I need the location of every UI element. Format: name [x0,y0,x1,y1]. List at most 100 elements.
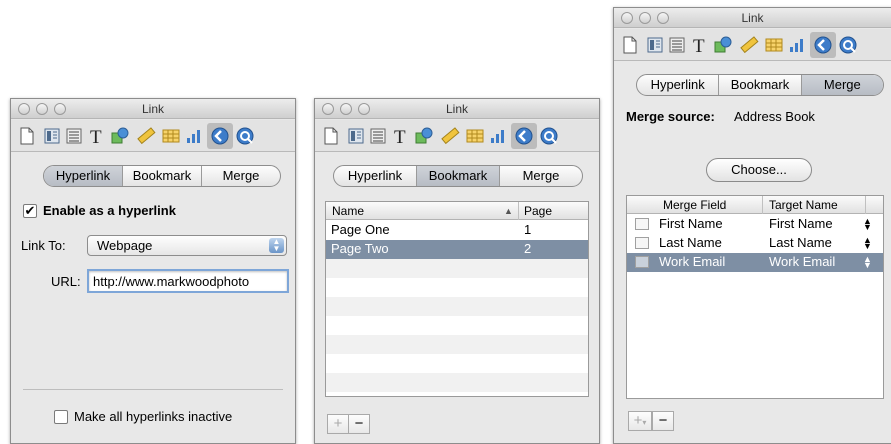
target-name[interactable]: Work Email [769,254,835,269]
document-icon[interactable] [17,126,37,146]
bookmark-name: Page One [331,222,390,237]
merge-source-value: Address Book [734,109,815,124]
popup-arrows-icon: ▲ ▼ [269,238,284,253]
divider [23,389,283,390]
link-icon[interactable] [207,123,233,149]
target-stepper-icon[interactable]: ▲ ▼ [863,255,872,270]
window-title: Link [445,102,468,116]
empty-row [326,278,588,297]
wrap-icon[interactable] [368,126,388,146]
document-icon[interactable] [620,35,640,55]
link-tabs: Hyperlink Bookmark Merge [43,165,281,187]
field-icon [635,218,649,230]
add-merge-field-button[interactable]: +▾ [628,411,652,431]
inactive-hyperlinks-checkbox[interactable] [54,410,68,424]
merge-source-label: Merge source: [626,109,715,124]
link-icon[interactable] [511,123,537,149]
column-separator [762,196,763,214]
wrap-icon[interactable] [667,35,687,55]
quicktime-icon[interactable] [838,35,858,55]
sort-ascending-icon: ▲ [504,206,513,216]
empty-row [326,316,588,335]
column-header-name[interactable]: Name [332,204,364,218]
wrap-icon[interactable] [64,126,84,146]
column-separator [518,202,519,220]
text-icon[interactable]: T [690,35,710,57]
empty-row [326,259,588,278]
column-separator [865,196,866,214]
link-to-popup[interactable]: Webpage ▲ ▼ [87,235,287,256]
url-field[interactable] [87,269,289,293]
empty-row [326,297,588,316]
target-stepper-icon[interactable]: ▲ ▼ [863,217,872,232]
shape-icon[interactable] [110,126,130,146]
tab-bookmark[interactable]: Bookmark [719,75,802,95]
enable-hyperlink-checkbox[interactable]: ✔ [23,204,37,218]
title-bar[interactable]: Link [614,8,891,28]
merge-fields-table: Merge Field Target Name First Name First… [626,195,884,399]
table-row[interactable]: Page Two 2 [326,240,588,259]
remove-merge-field-button[interactable]: − [652,411,674,431]
column-header-merge-field[interactable]: Merge Field [663,198,726,212]
table-icon[interactable] [161,126,181,146]
inspector-toolbar: T [315,120,599,152]
tab-bookmark[interactable]: Bookmark [417,166,500,186]
quicktime-icon[interactable] [539,126,559,146]
table-row[interactable]: First Name First Name ▲ ▼ [627,215,883,234]
svg-text:T: T [90,127,102,146]
target-name[interactable]: First Name [769,216,833,231]
chart-icon[interactable] [184,126,204,146]
document-icon[interactable] [321,126,341,146]
column-header-page[interactable]: Page [524,204,552,218]
ruler-icon[interactable] [739,35,759,55]
quicktime-icon[interactable] [235,126,255,146]
title-bar[interactable]: Link [315,99,599,119]
tab-hyperlink[interactable]: Hyperlink [637,75,720,95]
tab-hyperlink[interactable]: Hyperlink [44,166,123,186]
table-icon[interactable] [764,35,784,55]
text-icon[interactable]: T [87,126,107,148]
link-inspector-merge: Link T Hyperlink Bookmark Merge Merge so… [613,7,891,444]
link-to-value: Webpage [97,238,153,253]
tab-merge[interactable]: Merge [202,166,280,186]
window-title: Link [741,11,764,25]
empty-row [326,354,588,373]
link-tabs: Hyperlink Bookmark Merge [636,74,884,96]
enable-hyperlink-label: Enable as a hyperlink [43,203,176,218]
empty-row [627,272,883,291]
inspector-toolbar: T [11,120,295,152]
table-row[interactable]: Work Email Work Email ▲ ▼ [627,253,883,272]
link-inspector-bookmark: Link T Hyperlink Bookmark Merge Name ▲ P… [314,98,600,444]
link-icon[interactable] [810,32,836,58]
svg-text:T: T [394,127,406,146]
tab-hyperlink[interactable]: Hyperlink [334,166,417,186]
ruler-icon[interactable] [440,126,460,146]
inspector-toolbar: T [614,29,891,61]
ruler-icon[interactable] [136,126,156,146]
tab-merge[interactable]: Merge [500,166,582,186]
layout-icon[interactable] [645,35,665,55]
column-header-target-name[interactable]: Target Name [769,198,838,212]
target-name[interactable]: Last Name [769,235,832,250]
target-stepper-icon[interactable]: ▲ ▼ [863,236,872,251]
url-input[interactable] [87,269,289,293]
tab-bookmark[interactable]: Bookmark [123,166,202,186]
table-row[interactable]: Last Name Last Name ▲ ▼ [627,234,883,253]
layout-icon[interactable] [346,126,366,146]
merge-field-name: Last Name [659,235,722,250]
shape-icon[interactable] [414,126,434,146]
add-bookmark-button[interactable]: + [327,414,349,434]
layout-icon[interactable] [42,126,62,146]
chart-icon[interactable] [787,35,807,55]
shape-icon[interactable] [713,35,733,55]
bookmark-table: Name ▲ Page Page One 1 Page Two 2 [325,201,589,397]
remove-bookmark-button[interactable]: − [348,414,370,434]
chart-icon[interactable] [488,126,508,146]
table-icon[interactable] [465,126,485,146]
title-bar[interactable]: Link [11,99,295,119]
table-header: Merge Field Target Name [627,196,883,214]
table-row[interactable]: Page One 1 [326,221,588,240]
text-icon[interactable]: T [391,126,411,148]
tab-merge[interactable]: Merge [801,75,883,95]
choose-button[interactable]: Choose... [706,158,812,182]
